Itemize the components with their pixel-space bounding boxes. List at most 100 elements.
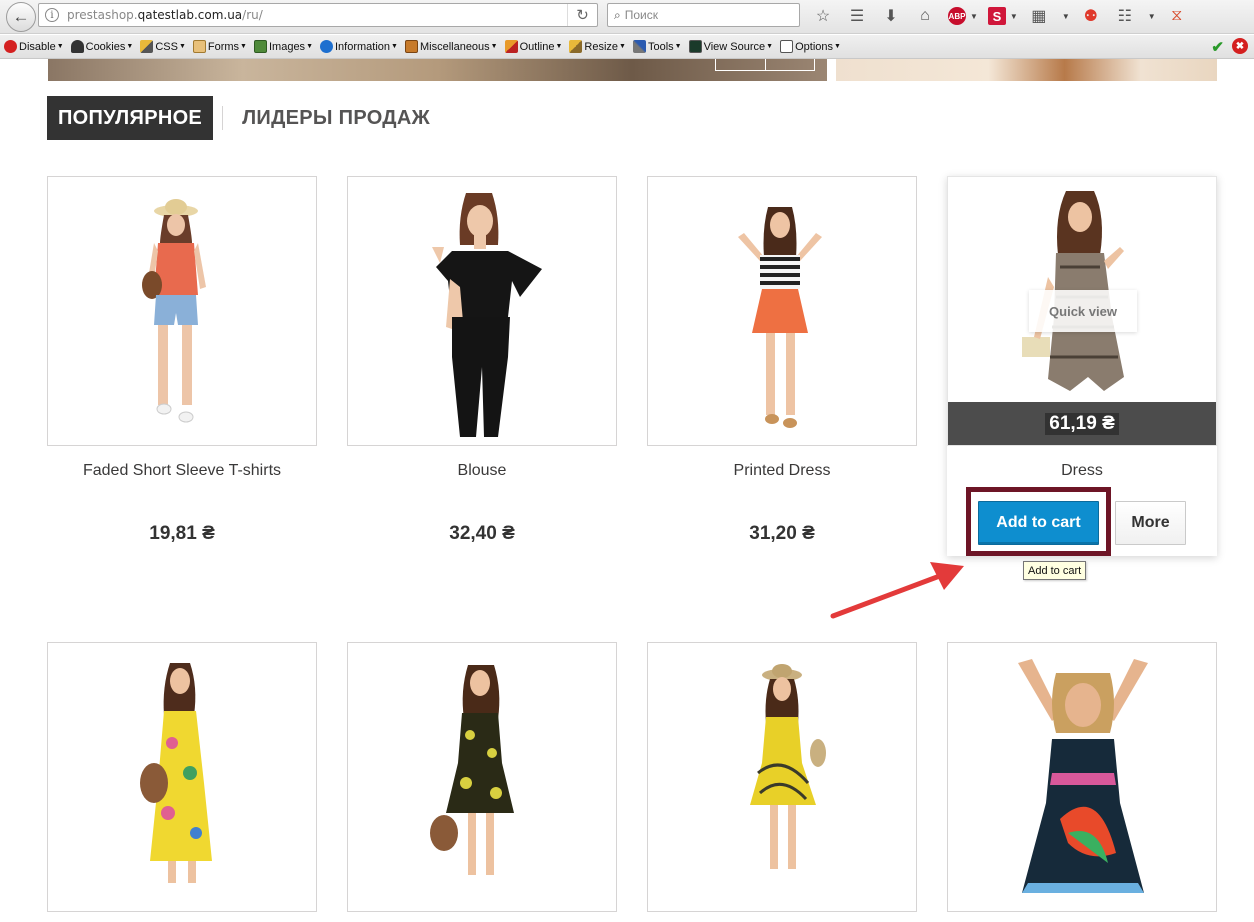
validation-ok-icon[interactable]: ✔ <box>1211 38 1224 56</box>
model-summer-dress-image <box>140 663 212 883</box>
caret-icon: ▼ <box>240 43 247 50</box>
product-name[interactable]: Blouse <box>347 462 617 480</box>
caret-icon: ▼ <box>391 43 398 50</box>
devbar-tools[interactable]: Tools ▼ <box>632 40 682 53</box>
reading-list-icon[interactable]: ☰ <box>846 5 868 27</box>
homeslider-banner[interactable] <box>48 59 827 81</box>
extension-s-dropdown-icon[interactable]: ▼ <box>1010 12 1018 21</box>
product-card: Faded Short Sleeve T-shirts 19,81 ₴ <box>47 176 317 556</box>
overlay-price: 61,19 ₴ <box>1045 413 1119 435</box>
product-price: 19,81 ₴ <box>149 523 215 544</box>
devbar-resize[interactable]: Resize ▼ <box>569 40 626 53</box>
devbar-cookies[interactable]: Cookies ▼ <box>70 40 134 53</box>
more-button[interactable]: More <box>1115 501 1186 545</box>
devbar-label: Resize <box>584 40 619 53</box>
extension-swirl-icon[interactable]: ⧖ <box>1166 5 1188 27</box>
product-card <box>647 642 917 912</box>
web-developer-toolbar: Disable ▼ Cookies ▼ CSS ▼ Forms ▼ Images ▼ In… <box>0 35 1254 59</box>
devbar-label: Cookies <box>85 40 126 53</box>
translate-dropdown-icon[interactable]: ▼ <box>1062 12 1070 21</box>
devbar-information[interactable]: Information ▼ <box>320 40 398 53</box>
url-bar[interactable]: i prestashop.qatestlab.com.ua/ru/ ↻ <box>38 3 598 27</box>
bookmark-star-icon[interactable]: ☆ <box>812 5 834 27</box>
caret-icon: ▼ <box>766 43 774 50</box>
reload-icon[interactable]: ↻ <box>567 4 597 26</box>
product-price: 31,20 ₴ <box>749 523 815 544</box>
home-icon[interactable]: ⌂ <box>914 5 936 27</box>
toolbar-icons: ☆ ☰ ⬇ ⌂ ABP ▼ S ▼ ▦ ▼ ⚉ ☷ ▼ ⧖ <box>812 5 1200 27</box>
caret-icon: ▼ <box>126 43 134 50</box>
product-card <box>947 642 1217 912</box>
devbar-miscellaneous[interactable]: Miscellaneous ▼ <box>404 40 498 53</box>
product-image[interactable] <box>47 642 317 912</box>
devbar-label: CSS <box>155 40 178 53</box>
view-source-icon <box>688 40 702 53</box>
images-icon <box>253 40 267 53</box>
search-input[interactable]: ⌕ Поиск <box>607 3 800 27</box>
site-info-icon[interactable]: i <box>45 8 59 22</box>
browser-navbar: ← i prestashop.qatestlab.com.ua/ru/ ↻ ⌕ … <box>0 0 1254 34</box>
devbar-label: View Source <box>703 40 766 53</box>
devbar-options[interactable]: Options ▼ <box>780 40 841 53</box>
product-name[interactable]: Printed Dress <box>647 462 917 480</box>
model-printed-summer-dress-image <box>750 664 826 869</box>
devbar-images[interactable]: Images ▼ <box>253 40 313 53</box>
outline-icon <box>504 40 518 53</box>
disable-icon <box>4 40 17 53</box>
top-right-banner[interactable] <box>836 59 1217 81</box>
caret-icon: ▼ <box>306 43 313 50</box>
translate-icon[interactable]: ▦ <box>1028 5 1050 27</box>
product-name[interactable]: Faded Short Sleeve T-shirts <box>47 462 317 480</box>
quick-view-button[interactable]: Quick view <box>1029 290 1137 332</box>
devbar-label: Outline <box>519 40 555 53</box>
add-to-cart-button[interactable]: Add to cart <box>978 501 1099 545</box>
caret-icon: ▼ <box>490 43 498 50</box>
devbar-forms[interactable]: Forms ▼ <box>192 40 247 53</box>
devbar-outline[interactable]: Outline ▼ <box>504 40 562 53</box>
resize-icon <box>569 40 583 53</box>
caret-icon: ▼ <box>178 43 186 50</box>
clipboard-dropdown-icon[interactable]: ▼ <box>1148 12 1156 21</box>
product-image[interactable] <box>47 176 317 446</box>
model-colorful-dress-image <box>1018 659 1148 893</box>
back-icon[interactable]: ← <box>6 2 36 32</box>
tab-bestsellers[interactable]: ЛИДЕРЫ ПРОДАЖ <box>242 107 430 130</box>
adblock-dropdown-icon[interactable]: ▼ <box>970 12 978 21</box>
product-image[interactable] <box>647 176 917 446</box>
model-chiffon-dress-image <box>430 665 514 875</box>
information-icon <box>320 40 333 53</box>
caret-icon: ▼ <box>56 43 64 50</box>
forms-icon <box>192 40 206 53</box>
colorful-extension-icon[interactable]: ⚉ <box>1080 5 1102 27</box>
product-tabs: ПОПУЛЯРНОЕ ЛИДЕРЫ ПРОДАЖ <box>47 96 430 140</box>
adblock-icon[interactable]: ABP <box>948 7 966 25</box>
search-icon: ⌕ <box>614 7 621 22</box>
product-image[interactable]: Quick view 61,19 ₴ <box>947 176 1217 446</box>
caret-icon: ▼ <box>619 43 626 50</box>
tab-popular[interactable]: ПОПУЛЯРНОЕ <box>47 96 214 140</box>
price-overlay: 61,19 ₴ <box>948 402 1216 445</box>
model-blouse-image <box>432 193 542 437</box>
clipboard-icon[interactable]: ☷ <box>1114 5 1136 27</box>
css-icon <box>140 40 154 53</box>
close-devbar-icon[interactable]: ✖ <box>1232 38 1248 54</box>
model-printed-dress-image <box>738 207 822 428</box>
search-placeholder: Поиск <box>624 8 658 22</box>
product-image[interactable] <box>647 642 917 912</box>
extension-s-icon[interactable]: S <box>987 7 1006 25</box>
caret-icon: ▼ <box>674 43 682 50</box>
url-text: prestashop.qatestlab.com.ua/ru/ <box>67 8 263 22</box>
devbar-label: Miscellaneous <box>419 40 490 53</box>
model-tshirt-image <box>142 199 206 423</box>
miscellaneous-icon <box>404 40 418 53</box>
product-image[interactable] <box>347 176 617 446</box>
product-name[interactable]: Dress <box>947 462 1217 480</box>
devbar-disable[interactable]: Disable ▼ <box>4 40 64 53</box>
product-card: Printed Dress 31,20 ₴ <box>647 176 917 556</box>
download-icon[interactable]: ⬇ <box>880 5 902 27</box>
product-image[interactable] <box>947 642 1217 912</box>
product-image[interactable] <box>347 642 617 912</box>
slider-controls[interactable] <box>715 59 815 71</box>
devbar-view-source[interactable]: View Source ▼ <box>688 40 774 53</box>
devbar-css[interactable]: CSS ▼ <box>140 40 186 53</box>
